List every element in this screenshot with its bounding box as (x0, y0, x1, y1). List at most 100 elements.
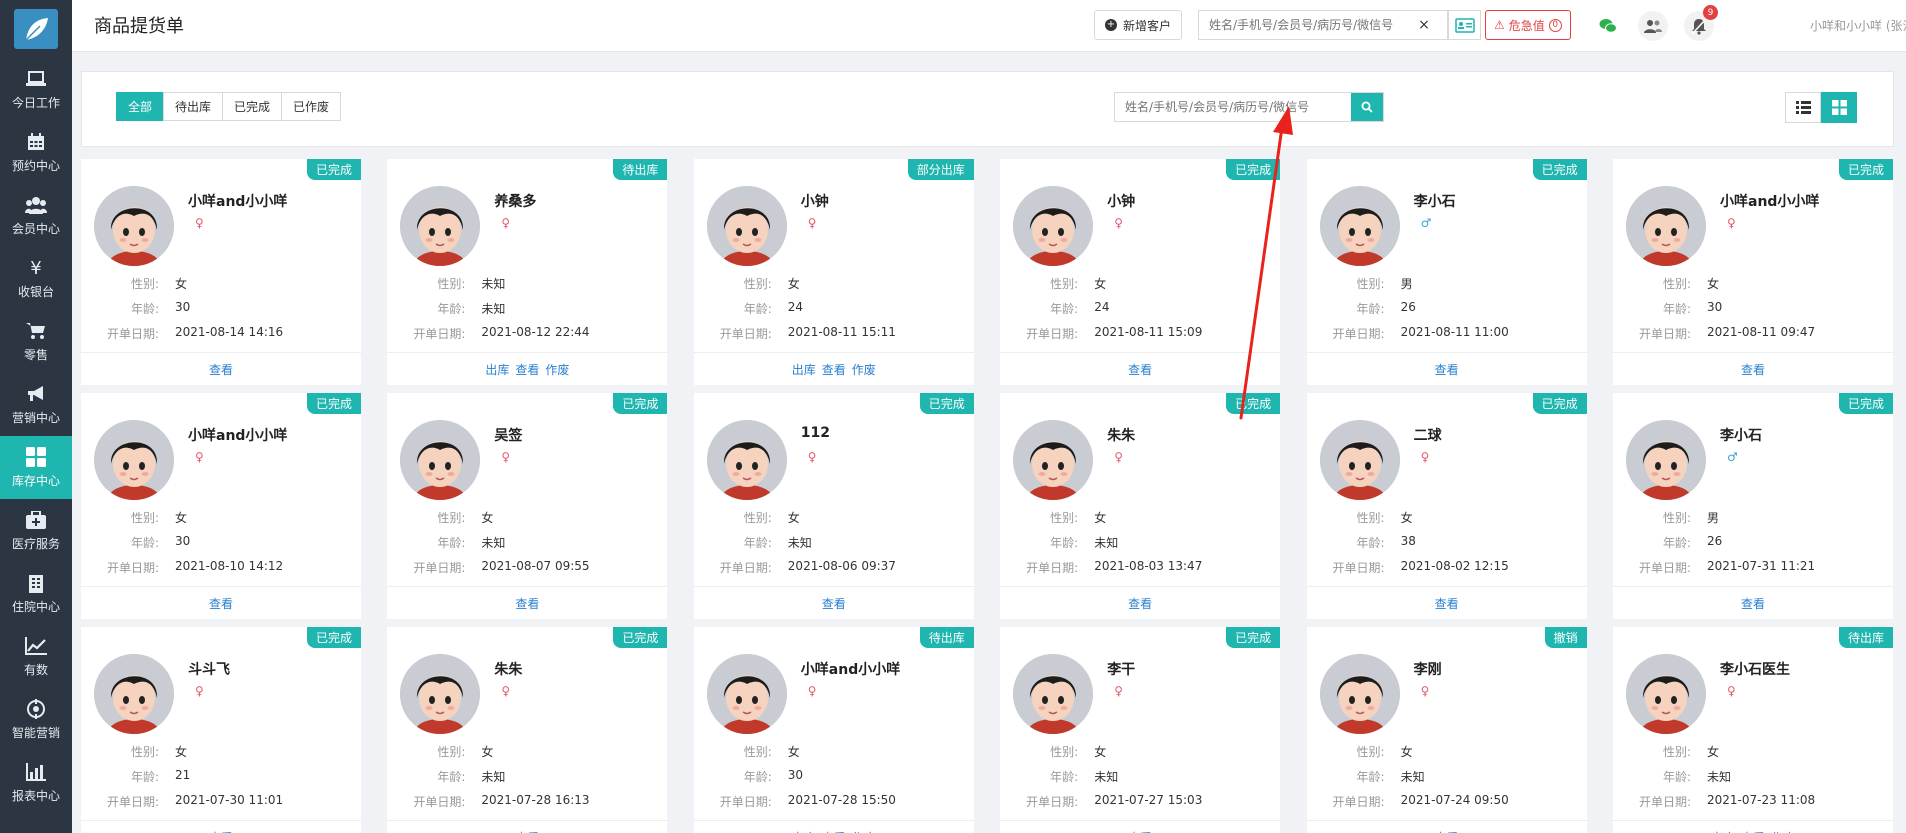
card-action-0[interactable]: 查看 (1128, 595, 1152, 612)
customer-name: 吴签 (494, 428, 523, 444)
customer-name: 养桑多 (494, 194, 537, 210)
age-value: 30 (175, 300, 191, 314)
member-card-button[interactable] (1448, 10, 1481, 40)
avatar (1319, 186, 1400, 266)
grid-view-button[interactable] (1821, 92, 1857, 123)
filter-tab-0[interactable]: 全部 (116, 92, 165, 121)
card-action-0[interactable]: 查看 (1435, 829, 1459, 833)
age-label: 年龄: (743, 302, 772, 316)
search-button[interactable] (1351, 93, 1383, 121)
card-action-0[interactable]: 查看 (209, 595, 233, 612)
sidebar-item-7[interactable]: 医疗服务 (0, 499, 72, 562)
gender-value: 女 (1707, 745, 1720, 759)
age-value: 未知 (481, 536, 506, 550)
critical-value-button[interactable]: ⚠ 危急值 0 (1485, 10, 1571, 40)
card-action-1[interactable]: 查看 (515, 361, 539, 378)
customer-name: 小咩and小小咩 (800, 662, 901, 678)
female-icon: ♀ (1114, 450, 1123, 464)
card-action-0[interactable]: 查看 (1435, 595, 1459, 612)
card-action-2[interactable]: 作废 (852, 361, 876, 378)
card-action-0[interactable]: 查看 (1128, 829, 1152, 833)
filter-tab-3[interactable]: 已作废 (281, 92, 342, 121)
card-action-1[interactable]: 查看 (822, 361, 846, 378)
sidebar-item-11[interactable]: 报表中心 (0, 751, 72, 814)
bar-chart-icon (25, 761, 47, 783)
team-icon (1644, 20, 1662, 33)
age-label: 年龄: (1356, 536, 1385, 550)
sidebar-item-1[interactable]: 预约中心 (0, 121, 72, 184)
order-date: 2021-07-24 09:50 (1400, 793, 1509, 807)
female-icon: ♀ (1727, 216, 1736, 230)
sidebar-item-8[interactable]: 住院中心 (0, 562, 72, 625)
card-action-0[interactable]: 出库 (1711, 829, 1735, 833)
card-action-1[interactable]: 查看 (822, 829, 846, 833)
card-action-2[interactable]: 作废 (852, 829, 876, 833)
sidebar-item-0[interactable]: 今日工作 (0, 58, 72, 121)
sidebar-item-10[interactable]: 智能营销 (0, 688, 72, 751)
sidebar-item-6[interactable]: 库存中心 (0, 436, 72, 499)
filter-tab-2[interactable]: 已完成 (222, 92, 283, 121)
gender-value: 女 (1094, 277, 1107, 291)
age-value: 38 (1400, 534, 1416, 548)
sidebar-item-5[interactable]: 营销中心 (0, 373, 72, 436)
top-search-input[interactable] (1199, 18, 1409, 32)
sidebar-item-9[interactable]: 有数 (0, 625, 72, 688)
age-label: 年龄: (743, 536, 772, 550)
medkit-icon (25, 509, 47, 531)
gender-value: 男 (1400, 277, 1413, 291)
status-badge: 已完成 (306, 159, 361, 180)
laptop-icon (25, 68, 47, 90)
avatar (94, 420, 174, 500)
card-action-0[interactable]: 出库 (792, 829, 816, 833)
order-date: 2021-07-30 11:01 (175, 793, 284, 807)
card-action-0[interactable]: 查看 (515, 595, 539, 612)
card-action-0[interactable]: 查看 (515, 829, 539, 833)
card-action-0[interactable]: 查看 (1741, 361, 1765, 378)
card-action-0[interactable]: 查看 (209, 829, 233, 833)
card-action-0[interactable]: 出库 (485, 361, 509, 378)
order-card: 已完成斗斗飞 ♀ 性别: 女年龄: 21 开单日期: 2021-07-30 11:01 查看 (81, 627, 361, 833)
avatar (94, 186, 174, 266)
card-actions: 查看 (1306, 820, 1587, 833)
card-action-2[interactable]: 作废 (1771, 829, 1795, 833)
order-date: 2021-08-07 09:55 (481, 559, 590, 573)
filter-tab-1[interactable]: 待出库 (163, 92, 224, 121)
order-search-input[interactable] (1115, 93, 1351, 121)
order-date: 2021-08-06 09:37 (787, 559, 896, 573)
app-logo[interactable] (0, 0, 72, 58)
order-card: 已完成 112 ♀ 性别: 女年龄: 未知 开单日期: 2021-08-06 09:37 查看 (693, 393, 974, 619)
card-actions: 查看 (693, 586, 974, 619)
card-action-0[interactable]: 查看 (1435, 361, 1459, 378)
avatar (1013, 420, 1094, 500)
team-button[interactable] (1638, 11, 1668, 41)
order-date: 2021-08-12 22:44 (481, 325, 590, 339)
card-action-0[interactable]: 查看 (822, 595, 846, 612)
user-menu[interactable]: 小咩和小小咩 (张江门诊部) ⌄ (1810, 17, 1906, 34)
card-action-2[interactable]: 作废 (545, 361, 569, 378)
list-view-button[interactable] (1785, 92, 1821, 123)
clear-icon[interactable]: × (1409, 17, 1439, 33)
card-action-0[interactable]: 查看 (1741, 595, 1765, 612)
customer-name: 小钟 (800, 194, 829, 210)
card-action-1[interactable]: 查看 (1741, 829, 1765, 833)
order-date: 2021-08-11 15:09 (1094, 325, 1203, 339)
date-label: 开单日期: (1638, 795, 1691, 809)
user-name: 小咩和小小咩 (张江门诊部) (1810, 19, 1906, 33)
age-value: 未知 (787, 536, 812, 550)
card-actions: 查看 (81, 586, 361, 619)
sidebar-item-4[interactable]: 零售 (0, 310, 72, 373)
date-label: 开单日期: (413, 795, 466, 809)
gender-label: 性别: (743, 511, 772, 525)
card-action-0[interactable]: 查看 (1128, 361, 1152, 378)
wechat-button[interactable] (1593, 11, 1623, 41)
avatar (1013, 186, 1094, 266)
customer-name: 斗斗飞 (188, 662, 230, 678)
date-label: 开单日期: (719, 327, 772, 341)
sidebar-item-label: 零售 (23, 348, 48, 362)
sidebar-item-2[interactable]: 会员中心 (0, 184, 72, 247)
new-customer-button[interactable]: + 新增客户 (1094, 10, 1183, 40)
card-action-0[interactable]: 查看 (209, 361, 233, 378)
sidebar-item-3[interactable]: ¥ 收银台 (0, 247, 72, 310)
notification-button[interactable]: 9 (1684, 5, 1718, 41)
card-action-0[interactable]: 出库 (792, 361, 816, 378)
